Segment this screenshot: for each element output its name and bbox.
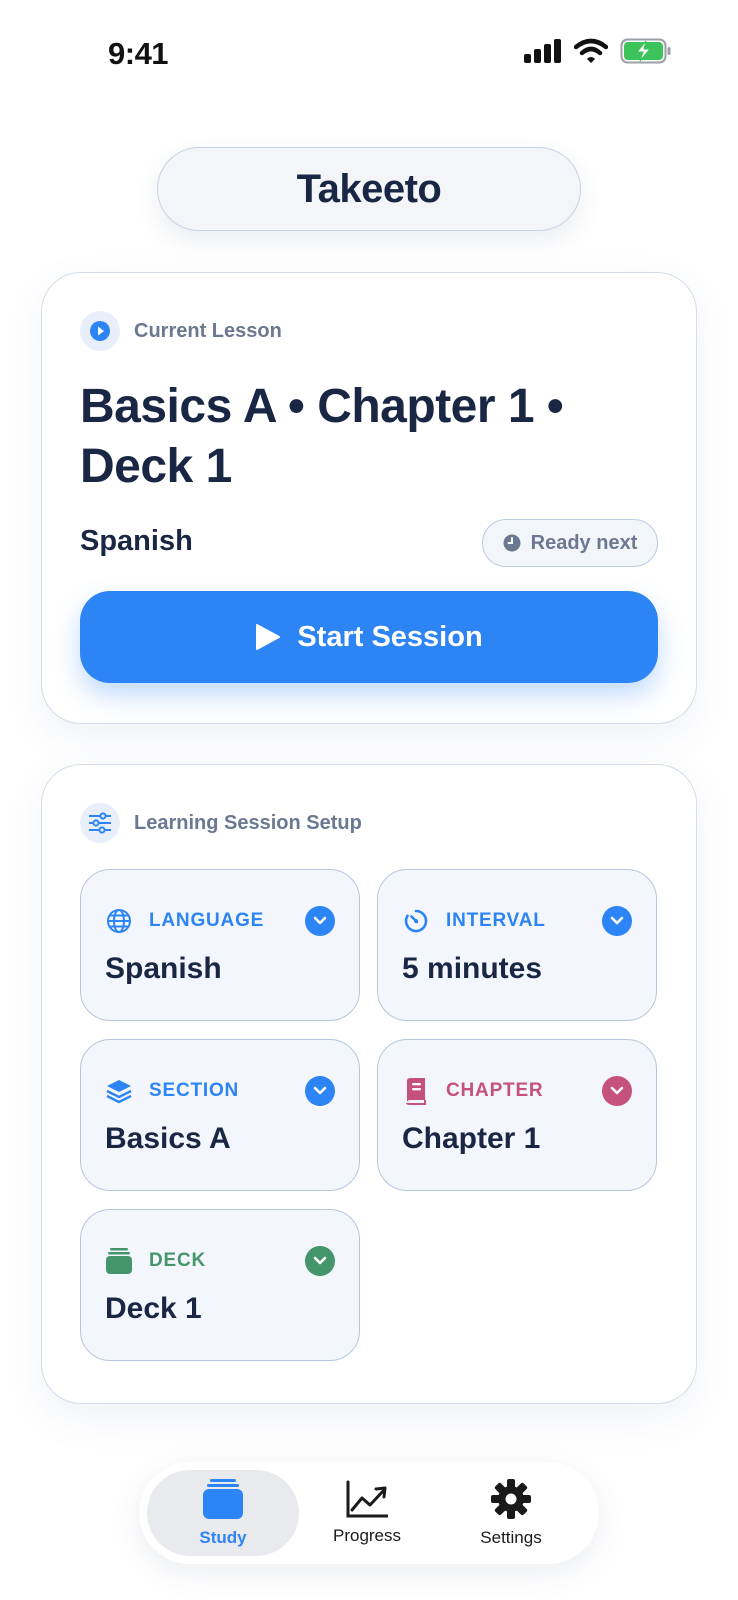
current-lesson-header: Current Lesson (80, 311, 282, 351)
language-label: LANGUAGE (149, 910, 265, 931)
ready-status-text: Ready next (530, 531, 638, 554)
gear-icon (491, 1479, 531, 1519)
status-time: 9:41 (108, 36, 169, 71)
play-badge (80, 311, 120, 351)
chevron-down-icon (602, 1076, 632, 1106)
chapter-selector[interactable]: CHAPTER Chapter 1 (377, 1039, 657, 1191)
chevron-down-icon (602, 906, 632, 936)
section-label: SECTION (149, 1080, 240, 1101)
interval-value: 5 minutes (402, 952, 543, 985)
tab-settings[interactable]: Settings (435, 1470, 587, 1556)
deck-value: Deck 1 (105, 1292, 202, 1325)
sliders-badge (80, 803, 120, 843)
play-circle-icon (90, 321, 110, 341)
session-setup-header: Learning Session Setup (80, 803, 362, 843)
sliders-icon (89, 812, 111, 834)
session-setup-card: Learning Session Setup LANGUAGE Spanish … (41, 764, 697, 1404)
book-icon (402, 1077, 430, 1105)
lesson-title: Basics A • Chapter 1 • Deck 1 (80, 380, 564, 493)
clock-icon (503, 534, 521, 552)
app-title: Takeeto (296, 166, 442, 211)
tab-study-label: Study (199, 1528, 247, 1547)
current-lesson-card: Current Lesson Basics A • Chapter 1 • De… (41, 272, 697, 724)
play-icon (256, 624, 281, 650)
start-session-button[interactable]: Start Session (80, 591, 658, 683)
lesson-language: Spanish (80, 525, 193, 557)
wifi-icon (574, 38, 608, 63)
layers-icon (105, 1077, 133, 1105)
chapter-label: CHAPTER (446, 1080, 544, 1101)
ready-status-badge: Ready next (482, 519, 658, 567)
timer-icon (402, 907, 430, 935)
session-setup-label: Learning Session Setup (134, 811, 362, 834)
start-session-label: Start Session (297, 620, 483, 653)
interval-selector[interactable]: INTERVAL 5 minutes (377, 869, 657, 1021)
status-icons (524, 38, 672, 64)
chapter-value: Chapter 1 (402, 1122, 541, 1155)
battery-charging-icon (620, 38, 671, 64)
deck-selector[interactable]: DECK Deck 1 (80, 1209, 360, 1361)
globe-icon (105, 907, 133, 935)
tab-study[interactable]: Study (147, 1470, 299, 1556)
language-selector[interactable]: LANGUAGE Spanish (80, 869, 360, 1021)
chart-icon (346, 1480, 388, 1518)
cards-icon (105, 1247, 133, 1275)
current-lesson-label: Current Lesson (134, 319, 282, 342)
deck-label: DECK (149, 1250, 207, 1271)
chevron-down-icon (305, 906, 335, 936)
tab-settings-label: Settings (480, 1528, 542, 1547)
tab-progress-label: Progress (332, 1526, 402, 1545)
chevron-down-icon (305, 1076, 335, 1106)
section-selector[interactable]: SECTION Basics A (80, 1039, 360, 1191)
section-value: Basics A (105, 1122, 231, 1155)
interval-label: INTERVAL (446, 910, 546, 931)
tab-bar: Study Progress Settings (139, 1462, 599, 1564)
chevron-down-icon (305, 1246, 335, 1276)
tab-progress[interactable]: Progress (299, 1470, 435, 1556)
study-screen: 9:41 Takeeto Current Lesson Basics A • C… (0, 0, 738, 1600)
app-title-pill: Takeeto (157, 147, 581, 231)
cellular-signal-icon (524, 39, 561, 63)
cards-stack-icon (203, 1479, 243, 1519)
language-value: Spanish (105, 952, 222, 985)
status-bar: 9:41 (0, 0, 738, 100)
